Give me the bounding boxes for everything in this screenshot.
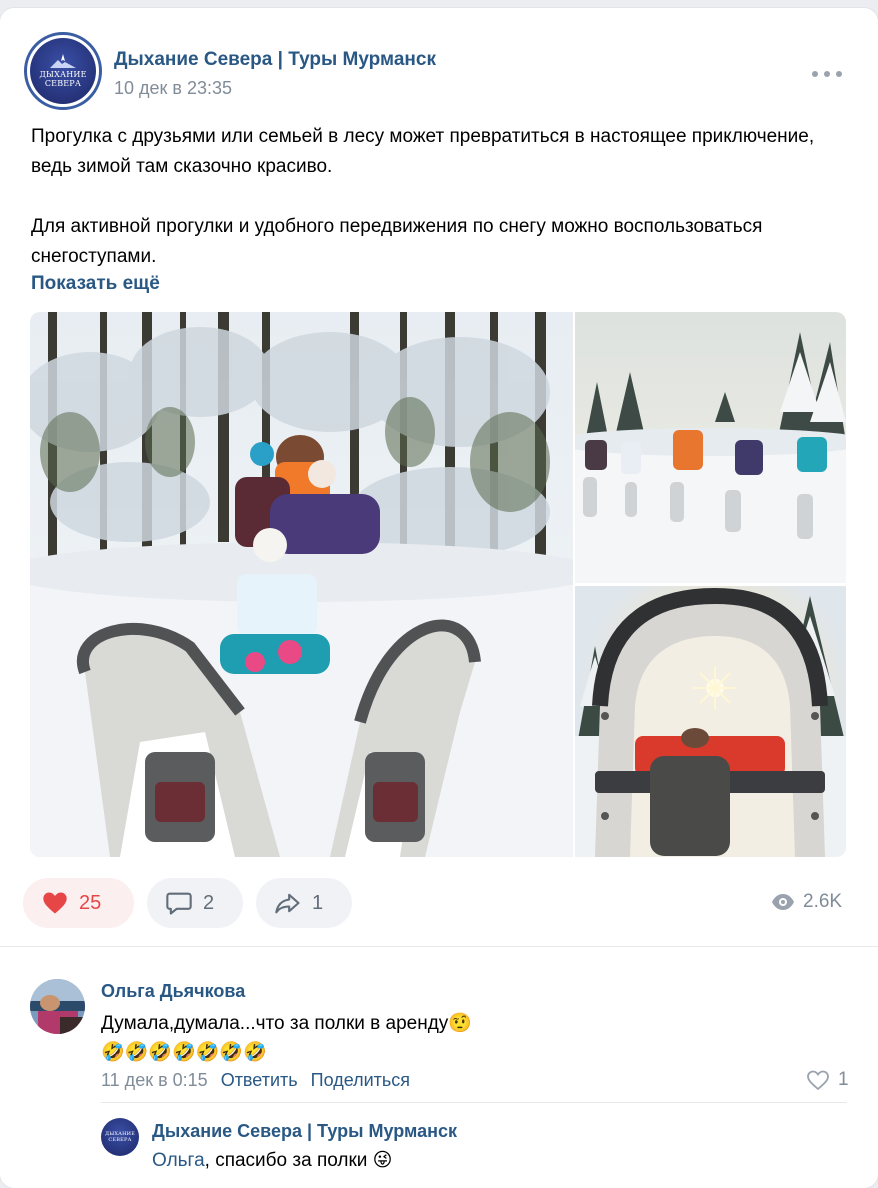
share-icon: [275, 893, 300, 914]
community-logo: ДЫХАНИЕ СЕВЕРА: [30, 38, 96, 104]
comment-button[interactable]: 2: [147, 878, 243, 928]
family-snowshoes-photo[interactable]: [30, 312, 573, 857]
reply-mention[interactable]: Ольга: [152, 1150, 205, 1171]
comment-text: Думала,думала...что за полки в аренду🤨 🤣…: [101, 1009, 801, 1067]
comment-meta: 11 дек в 0:15 Ответить Поделиться: [101, 1070, 410, 1091]
reply-body: , спасибо за полки 😜: [204, 1150, 393, 1171]
post-text: Прогулка с друзьями или семьей в лесу мо…: [31, 122, 831, 272]
logo-text-2: СЕВЕРА: [44, 79, 82, 88]
comment-author[interactable]: Ольга Дьячкова: [101, 981, 245, 1002]
show-more-link[interactable]: Показать ещё: [31, 273, 160, 295]
logo-text-1: ДЫХАНИЕ: [39, 70, 87, 79]
comment-body: Думала,думала...что за полки в аренду🤨: [101, 1013, 472, 1034]
group-hiking-photo[interactable]: [575, 312, 846, 583]
commenter-avatar[interactable]: [30, 979, 85, 1034]
views-counter: 2.6K: [771, 891, 842, 913]
post-card: ДЫХАНИЕ СЕВЕРА Дыхание Севера | Туры Мур…: [0, 8, 878, 1188]
reply-divider: [101, 1102, 847, 1103]
comment-icon: [166, 892, 192, 915]
comment-emojis: 🤣🤣🤣🤣🤣🤣🤣: [101, 1042, 267, 1063]
community-avatar[interactable]: ДЫХАНИЕ СЕВЕРА: [24, 32, 102, 110]
like-button[interactable]: 25: [23, 878, 134, 928]
post-author[interactable]: Дыхание Севера | Туры Мурманск: [114, 49, 436, 71]
reply-button[interactable]: Ответить: [221, 1070, 298, 1091]
more-horizontal-icon[interactable]: [812, 64, 842, 84]
comment-like-count: 1: [838, 1069, 849, 1090]
reply-avatar[interactable]: ДЫХАНИЕ СЕВЕРА: [101, 1118, 139, 1156]
share-button[interactable]: 1: [256, 878, 352, 928]
eye-icon: [772, 894, 794, 910]
heart-icon: [43, 892, 67, 914]
comment-date[interactable]: 11 дек в 0:15: [101, 1070, 208, 1091]
post-date[interactable]: 10 дек в 23:35: [114, 78, 232, 99]
reply-text: Ольга, спасибо за полки 😜: [152, 1149, 393, 1172]
share-comment-button[interactable]: Поделиться: [311, 1070, 410, 1091]
compass-star-icon: [50, 54, 76, 68]
like-count: 25: [79, 891, 102, 914]
snowshoe-sun-photo[interactable]: [575, 586, 846, 857]
heart-outline-icon: [807, 1070, 829, 1091]
post-paragraph-2: Для активной прогулки и удобного передви…: [31, 216, 763, 267]
post-paragraph-1: Прогулка с друзьями или семьей в лесу мо…: [31, 126, 815, 177]
comment-like-button[interactable]: 1: [806, 1069, 849, 1091]
comment-count: 2: [203, 891, 215, 914]
comments-divider: [0, 946, 878, 947]
reply-logo-text-2: СЕВЕРА: [108, 1137, 132, 1143]
reply-author[interactable]: Дыхание Севера | Туры Мурманск: [152, 1121, 457, 1142]
views-count: 2.6K: [803, 891, 843, 912]
share-count: 1: [312, 891, 324, 914]
